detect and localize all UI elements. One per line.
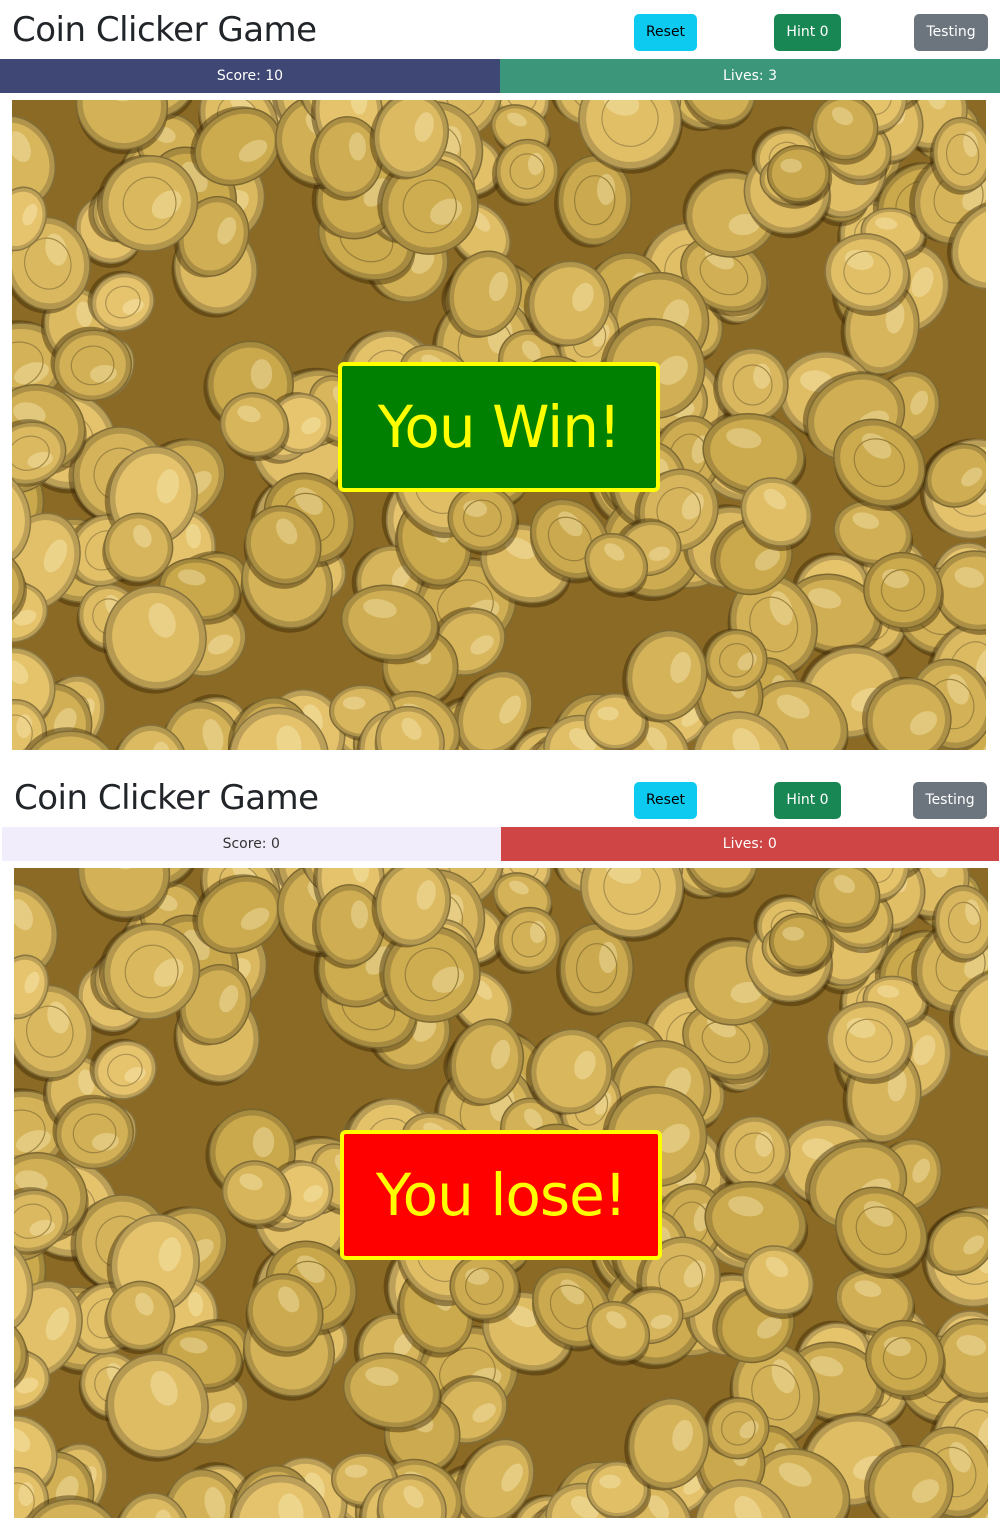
hint-button[interactable]: Hint 0 (774, 14, 841, 51)
score-display: Score: 10 (0, 59, 500, 93)
game-board[interactable]: You Win! (12, 100, 986, 750)
status-bar: Score: 10 Lives: 3 (0, 59, 1000, 93)
testing-button[interactable]: Testing (914, 14, 988, 51)
reset-button[interactable]: Reset (634, 14, 697, 51)
hint-button[interactable]: Hint 0 (774, 782, 841, 819)
win-screen: Coin Clicker Game Reset Hint 0 Testing S… (0, 0, 1000, 760)
reset-button[interactable]: Reset (634, 782, 697, 819)
lose-screen: Coin Clicker Game Reset Hint 0 Testing S… (0, 768, 1000, 1531)
testing-button[interactable]: Testing (913, 782, 987, 819)
lives-display: Lives: 0 (500, 827, 999, 861)
win-message: You Win! (338, 362, 660, 492)
page-title: Coin Clicker Game (14, 778, 319, 818)
status-bar: Score: 0 Lives: 0 (2, 827, 999, 861)
lose-message: You lose! (340, 1130, 662, 1260)
lives-display: Lives: 3 (500, 59, 1000, 93)
score-display: Score: 0 (2, 827, 501, 861)
header: Coin Clicker Game Reset Hint 0 Testing (0, 768, 1000, 828)
page-title: Coin Clicker Game (12, 10, 317, 50)
header: Coin Clicker Game Reset Hint 0 Testing (0, 0, 1000, 60)
game-board[interactable]: You lose! (14, 868, 988, 1518)
